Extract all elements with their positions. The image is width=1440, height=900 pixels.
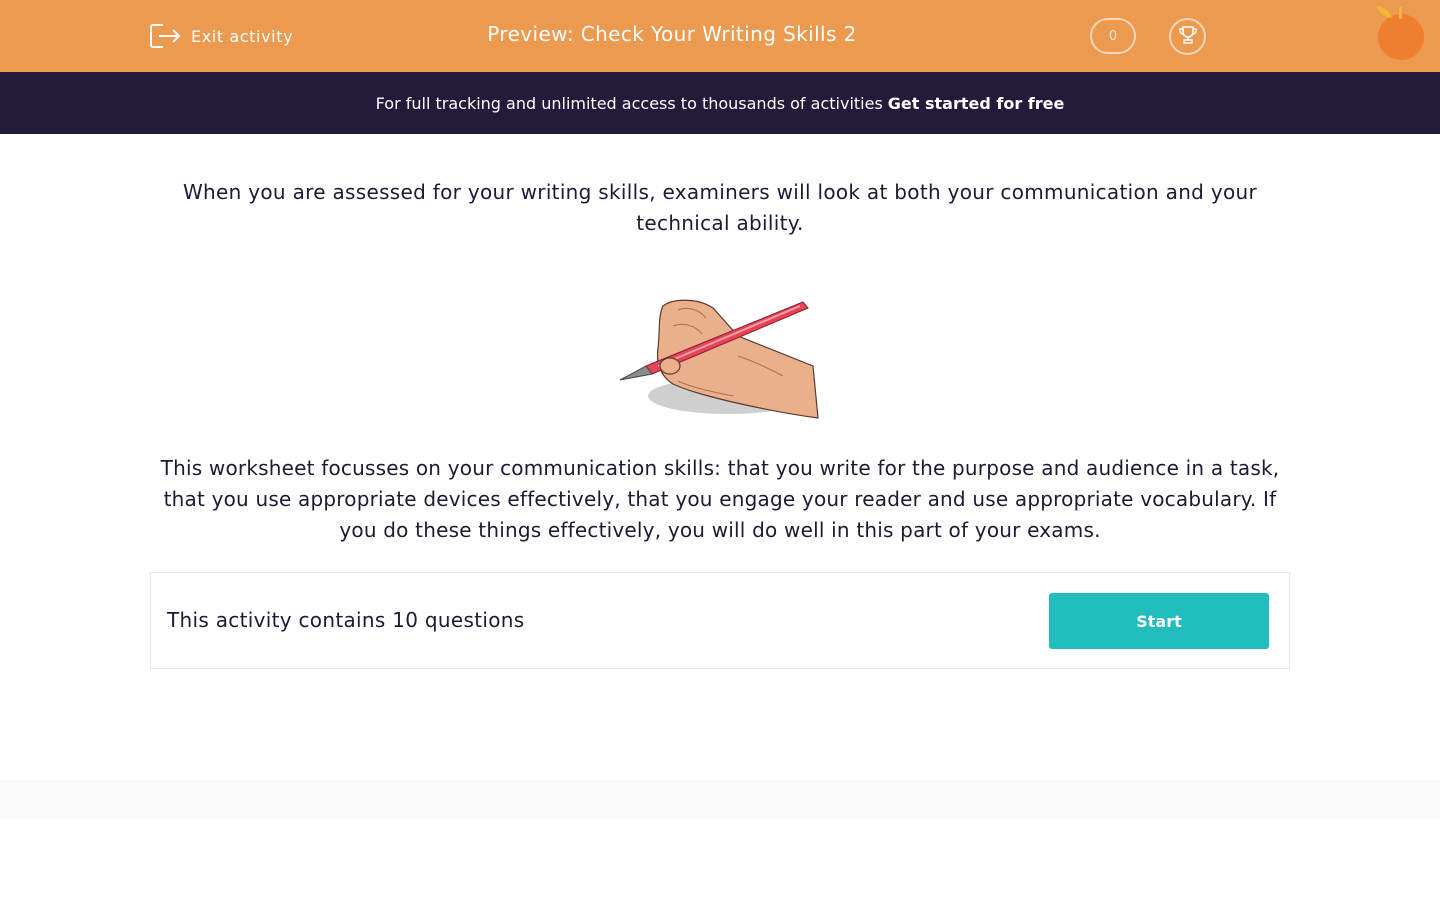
trophy-icon	[1178, 25, 1198, 49]
signup-banner: For full tracking and unlimited access t…	[0, 72, 1440, 134]
intro-text: When you are assessed for your writing s…	[182, 180, 1258, 235]
hand-writing-illustration-icon	[618, 296, 822, 426]
question-count-text: This activity contains 10 questions	[167, 608, 525, 632]
start-button[interactable]: Start	[1049, 593, 1269, 649]
score-badge: 0	[1090, 18, 1136, 54]
activity-card: This activity contains 10 questions Star…	[150, 572, 1290, 669]
worksheet-description: This worksheet focusses on your communic…	[160, 456, 1280, 542]
get-started-link[interactable]: Get started for free	[888, 94, 1065, 113]
top-bar: Exit activity Preview: Check Your Writin…	[0, 0, 1440, 72]
logo-orange-icon[interactable]	[1372, 4, 1428, 62]
banner-text: For full tracking and unlimited access t…	[375, 93, 883, 113]
trophy-button[interactable]	[1169, 18, 1206, 55]
footer-band	[0, 780, 1440, 819]
page-title: Preview: Check Your Writing Skills 2	[487, 22, 857, 46]
